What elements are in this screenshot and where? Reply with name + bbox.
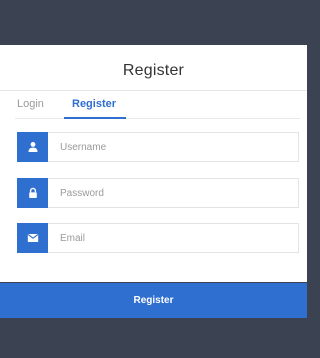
envelope-icon bbox=[17, 223, 48, 253]
password-field bbox=[17, 178, 299, 208]
username-field bbox=[17, 132, 299, 162]
user-icon bbox=[17, 132, 48, 162]
password-input[interactable] bbox=[60, 179, 290, 207]
bottom-bar bbox=[0, 318, 307, 358]
register-panel: Register Login Register bbox=[0, 45, 307, 282]
username-input[interactable] bbox=[60, 133, 290, 161]
tabs-baseline bbox=[15, 118, 300, 119]
page-title: Register bbox=[122, 62, 185, 79]
tab-register[interactable]: Register bbox=[72, 97, 116, 111]
auth-tabs: Login Register bbox=[0, 97, 307, 121]
register-button[interactable]: Register bbox=[0, 283, 307, 318]
tab-login[interactable]: Login bbox=[17, 97, 44, 111]
email-field bbox=[17, 223, 299, 253]
top-bar bbox=[0, 0, 307, 45]
active-tab-indicator bbox=[64, 117, 126, 119]
title-divider bbox=[0, 90, 307, 91]
lock-icon bbox=[17, 178, 48, 208]
email-input[interactable] bbox=[60, 224, 290, 252]
